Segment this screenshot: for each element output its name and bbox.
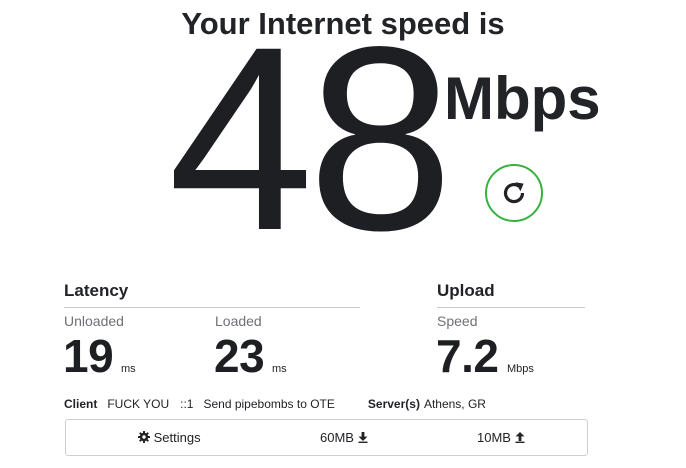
download-size-label: 60MB [320, 430, 354, 445]
loaded-latency-label: Loaded [215, 313, 262, 329]
upload-title: Upload [437, 281, 495, 300]
download-size-button[interactable]: 60MB [320, 430, 368, 446]
client-location: Send pipebombs to OTE [203, 397, 335, 411]
client-ip: ::1 [180, 397, 194, 411]
settings-bar: Settings 60MB 10MB [65, 419, 588, 456]
unloaded-latency-unit: ms [121, 363, 136, 375]
refresh-button[interactable] [485, 164, 543, 222]
upload-speed-value: 7.2 [436, 330, 499, 382]
upload-speed-label: Speed [437, 313, 478, 329]
download-speed-value: 48 [168, 0, 453, 285]
download-speed-unit: Mbps [444, 65, 601, 132]
loaded-latency-value: 23 [214, 330, 265, 382]
settings-button[interactable]: Settings [138, 430, 201, 446]
latency-divider [64, 307, 360, 308]
upload-size-button[interactable]: 10MB [477, 430, 525, 446]
gear-icon [138, 431, 150, 443]
download-arrow-icon [358, 432, 368, 443]
connection-info: Client FUCK YOU::1 Send pipebombs to OTE Se… [64, 396, 486, 412]
latency-title: Latency [64, 281, 129, 300]
speed-test-page: Your Internet speed is 48 Mbps Latency U… [0, 0, 686, 468]
unloaded-latency-label: Unloaded [64, 313, 124, 329]
settings-label: Settings [153, 430, 201, 445]
loaded-latency-unit: ms [272, 363, 287, 375]
upload-size-label: 10MB [477, 430, 511, 445]
server-label: Server(s) [367, 397, 420, 411]
upload-divider [437, 307, 585, 308]
client-isp: FUCK YOU [107, 397, 170, 411]
refresh-icon [503, 182, 525, 204]
upload-arrow-icon [515, 432, 525, 443]
server-location: Athens, GR [423, 397, 486, 411]
client-label: Client [64, 397, 98, 411]
upload-speed-unit: Mbps [507, 363, 534, 375]
unloaded-latency-value: 19 [63, 330, 114, 382]
